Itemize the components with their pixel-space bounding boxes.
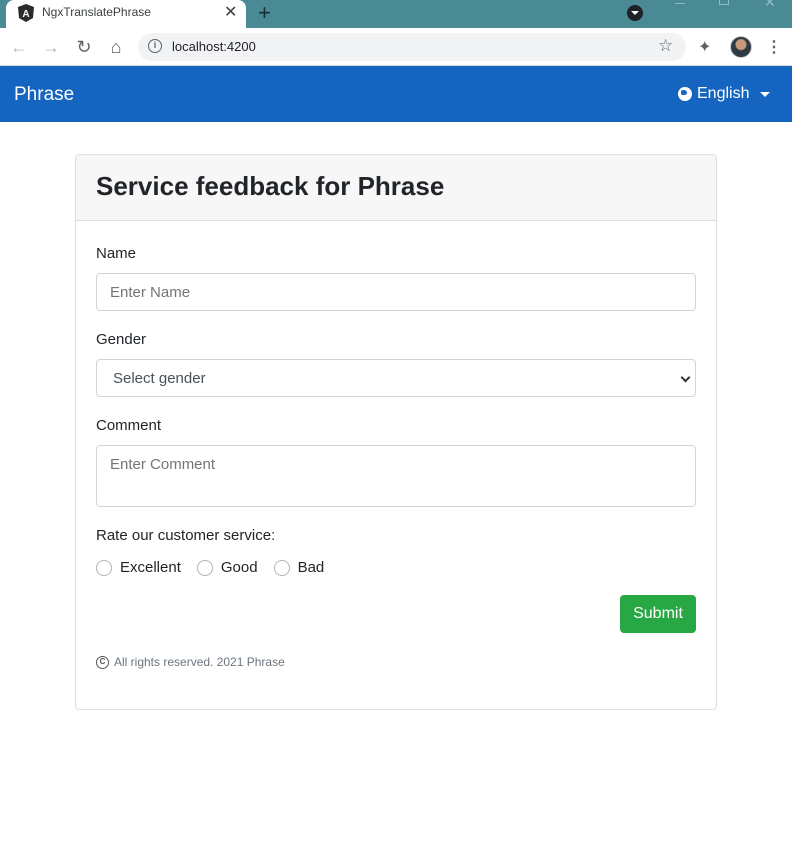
rating-option-good[interactable]: Good: [196, 559, 258, 576]
radio-excellent[interactable]: [96, 559, 112, 576]
browser-tab[interactable]: A NgxTranslatePhrase ✕: [6, 0, 246, 28]
rating-label: Rate our customer service:: [96, 527, 276, 544]
gender-select[interactable]: Select gender: [96, 359, 696, 397]
new-tab-icon[interactable]: +: [258, 1, 271, 25]
window-close-icon[interactable]: ✕: [764, 0, 776, 11]
angular-icon: A: [18, 4, 34, 22]
rating-option-label: Good: [220, 559, 258, 576]
gender-selected-value: Select gender: [113, 369, 206, 387]
radio-bad[interactable]: [273, 559, 290, 576]
svg-text:A: A: [22, 9, 29, 20]
site-info-icon[interactable]: i: [148, 39, 162, 53]
rating-option-excellent[interactable]: Excellent: [96, 559, 181, 576]
globe-icon: [678, 87, 692, 101]
navbar-brand[interactable]: Phrase: [14, 84, 74, 106]
name-input[interactable]: [96, 273, 696, 311]
bookmark-star-icon[interactable]: ☆: [658, 36, 673, 56]
caret-down-icon: [760, 91, 771, 97]
rating-option-label: Bad: [297, 559, 325, 576]
radio-good[interactable]: [196, 559, 213, 576]
app-navbar: Phrase English: [0, 66, 792, 122]
submit-button[interactable]: Submit: [620, 595, 696, 633]
browser-tabstrip: A NgxTranslatePhrase ✕ + ✕: [0, 0, 792, 28]
copyright-icon: C: [96, 655, 109, 669]
feedback-card: Service feedback for Phrase Name Gender …: [75, 154, 717, 710]
chevron-down-icon: [680, 372, 691, 383]
browser-toolbar: ← → ↻ ⌂ i localhost:4200 ☆ ✦ ⋮: [0, 28, 792, 66]
forward-icon[interactable]: →: [40, 36, 62, 58]
card-footer: C All rights reserved. 2021 Phrase: [96, 655, 285, 669]
profile-avatar[interactable]: [730, 36, 752, 58]
browser-menu-icon[interactable]: ⋮: [766, 37, 782, 57]
back-icon[interactable]: ←: [8, 36, 30, 58]
tab-title: NgxTranslatePhrase: [42, 5, 151, 19]
home-icon[interactable]: ⌂: [105, 36, 127, 58]
url-text[interactable]: localhost:4200: [172, 39, 256, 54]
name-label: Name: [96, 245, 137, 262]
language-dropdown[interactable]: English: [678, 85, 771, 103]
extensions-icon[interactable]: ✦: [698, 37, 711, 57]
rating-options: Excellent Good Bad: [96, 559, 340, 576]
page-title: Service feedback for Phrase: [96, 171, 445, 201]
address-bar[interactable]: i localhost:4200 ☆: [138, 33, 686, 61]
comment-label: Comment: [96, 417, 162, 434]
card-header: Service feedback for Phrase: [76, 155, 716, 221]
reload-icon[interactable]: ↻: [73, 36, 95, 58]
rating-option-bad[interactable]: Bad: [273, 559, 325, 576]
maximize-icon[interactable]: [719, 0, 729, 5]
minimize-icon[interactable]: [675, 3, 685, 4]
rating-option-label: Excellent: [120, 559, 181, 576]
comment-textarea[interactable]: [96, 445, 696, 507]
tab-search-icon[interactable]: [627, 5, 643, 21]
gender-label: Gender: [96, 331, 147, 348]
close-tab-icon[interactable]: ✕: [224, 3, 237, 23]
language-label: English: [697, 85, 750, 102]
footer-text: All rights reserved. 2021 Phrase: [114, 655, 285, 669]
